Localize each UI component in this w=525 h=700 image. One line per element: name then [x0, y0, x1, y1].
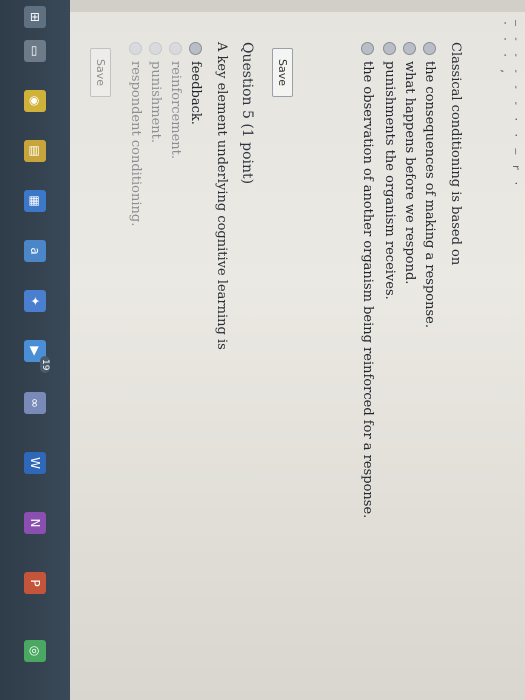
q5-option-3[interactable]: punishment. [148, 42, 163, 143]
q5-save-button[interactable]: Save [90, 48, 111, 98]
question-5-title: Question 5 (1 point) [239, 42, 255, 185]
option-label: respondent conditioning. [128, 61, 143, 227]
q4-save-button[interactable]: Save [272, 48, 293, 98]
powerpoint-icon[interactable]: P [24, 572, 46, 594]
q4-option-4[interactable]: the observation of another organism bein… [360, 42, 375, 518]
radio-button[interactable] [423, 42, 436, 55]
store-icon[interactable]: ▦ [24, 190, 46, 212]
loop-icon[interactable]: ∞ [24, 392, 46, 414]
option-label: the consequences of making a response. [422, 61, 437, 328]
q5-option-2[interactable]: reinforcement. [168, 42, 183, 159]
taskbar: ⊞ ▭ ◉ ▤ ▦ a ✦ ▶ ∞ W N P ◎ 19 [0, 0, 70, 700]
dropbox-icon[interactable]: ✦ [24, 290, 46, 312]
option-label: reinforcement. [168, 61, 183, 160]
chrome-icon[interactable]: ◉ [24, 90, 46, 112]
radio-button[interactable] [361, 42, 374, 55]
option-label: what happens before we respond. [402, 61, 417, 285]
chrome-app-icon[interactable]: ◎ [24, 640, 46, 662]
option-label: the observation of another organism bein… [360, 61, 375, 519]
question-4-prompt: Classical conditioning is based on [448, 42, 463, 266]
q4-option-2[interactable]: what happens before we respond. [402, 42, 417, 284]
onenote-icon[interactable]: N [24, 512, 46, 534]
top-header-remnant: – - - - - - · · ‒ r · · · · , [499, 20, 521, 189]
file-explorer-icon[interactable]: ▤ [24, 140, 46, 162]
multitask-icon[interactable]: ▭ [24, 40, 46, 62]
q4-option-1[interactable]: the consequences of making a response. [422, 42, 437, 328]
radio-button[interactable] [149, 42, 162, 55]
question-5-prompt: A key element underlying cognitive learn… [214, 42, 229, 350]
option-label: feedback. [188, 61, 203, 125]
rotated-screen: – - - - - - · · ‒ r · · · · , Classical … [0, 0, 525, 700]
radio-button[interactable] [383, 42, 396, 55]
q5-option-4[interactable]: respondent conditioning. [128, 42, 143, 226]
amazon-icon[interactable]: a [24, 240, 46, 262]
radio-button[interactable] [403, 42, 416, 55]
windows-icon[interactable]: ⊞ [24, 6, 46, 28]
option-label: punishment. [148, 61, 163, 144]
quiz-page: – - - - - - · · ‒ r · · · · , Classical … [70, 0, 525, 700]
q5-option-1[interactable]: feedback. [188, 42, 203, 125]
radio-button[interactable] [189, 42, 202, 55]
option-label: punishments the organism receives. [382, 61, 397, 300]
left-margin [70, 0, 525, 12]
word-icon[interactable]: W [24, 452, 46, 474]
q4-option-3[interactable]: punishments the organism receives. [382, 42, 397, 300]
radio-button[interactable] [169, 42, 182, 55]
radio-button[interactable] [129, 42, 142, 55]
notification-badge: 19 [40, 356, 50, 374]
